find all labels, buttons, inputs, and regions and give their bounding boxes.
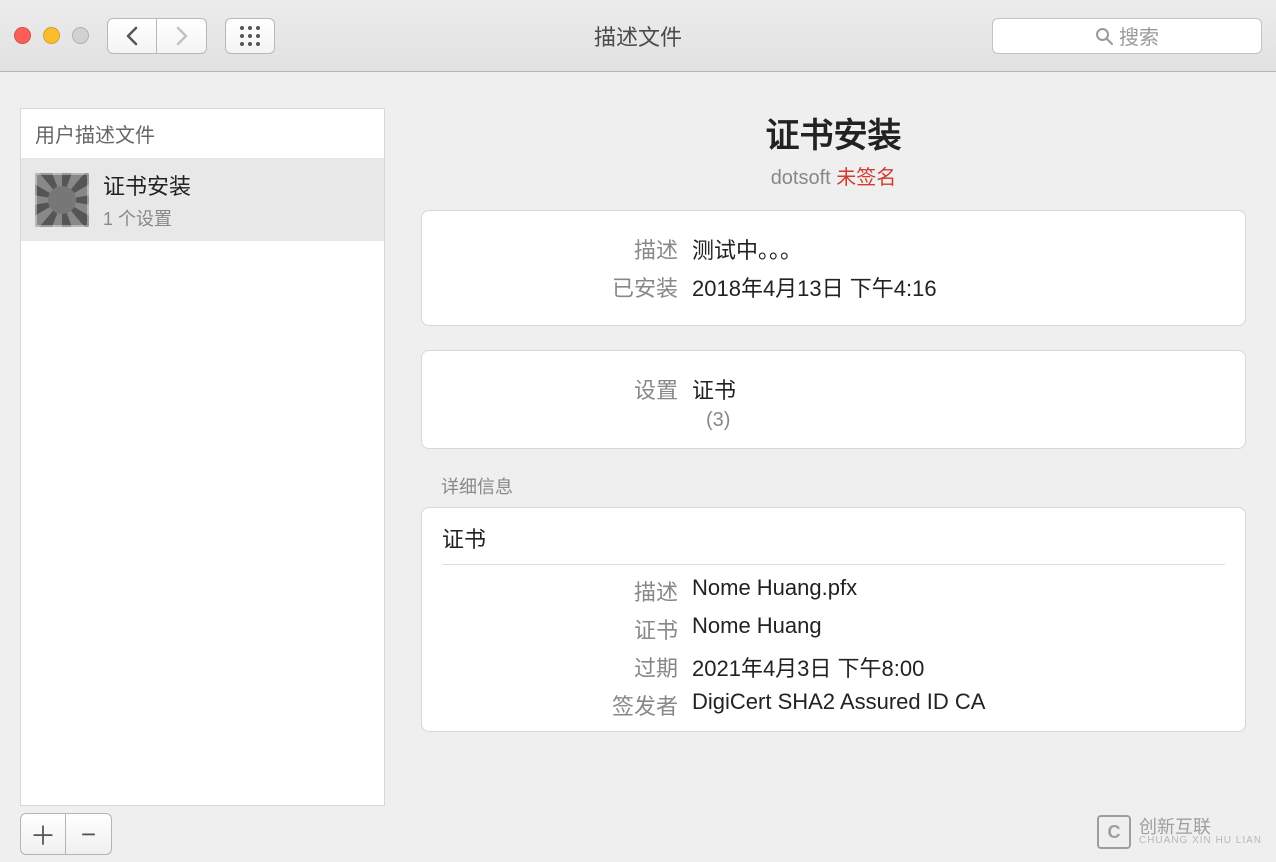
grid-icon — [239, 25, 261, 47]
search-input[interactable]: 搜索 — [992, 18, 1262, 54]
watermark-en: CHUANG XIN HU LIAN — [1139, 836, 1262, 846]
remove-button[interactable]: − — [66, 813, 112, 855]
profile-name: 证书安装 — [103, 169, 191, 201]
sidebar: 用户描述文件 证书安装 1 个设置 — [20, 108, 385, 806]
search-placeholder: 搜索 — [1119, 21, 1159, 50]
author-label: dotsoft — [771, 167, 831, 189]
detail-value: DigiCert SHA2 Assured ID CA — [692, 689, 985, 715]
info-panel: 描述 测试中。。。 已安装 2018年4月13日 下午4:16 — [421, 210, 1246, 326]
profile-subtitle: 1 个设置 — [103, 205, 191, 231]
search-icon — [1095, 27, 1113, 45]
detail-label: 描述 — [442, 575, 692, 607]
maximize-icon — [72, 27, 89, 44]
settings-panel[interactable]: 设置 证书 (3) — [421, 350, 1246, 449]
sidebar-item-profile[interactable]: 证书安装 1 个设置 — [21, 159, 384, 241]
toolbar: 描述文件 搜索 — [0, 0, 1276, 72]
chevron-left-icon — [125, 26, 139, 46]
detail-value: 2021年4月3日 下午8:00 — [692, 651, 924, 683]
minimize-icon[interactable] — [43, 27, 60, 44]
profile-title: 证书安装 — [421, 108, 1246, 157]
add-button[interactable]: ＋ — [20, 813, 66, 855]
watermark-cn: 创新互联 — [1139, 817, 1211, 837]
forward-button — [157, 18, 207, 54]
detail-value: Nome Huang.pfx — [692, 575, 857, 601]
detail-label: 签发者 — [442, 689, 692, 721]
details-panel: 证书 描述 Nome Huang.pfx 证书 Nome Huang 过期 20… — [421, 507, 1246, 732]
main-panel: 证书安装 dotsoft 未签名 描述 测试中。。。 已安装 2018年4月13… — [385, 108, 1276, 806]
gear-icon — [35, 173, 89, 227]
window-controls — [14, 27, 89, 44]
desc-label: 描述 — [442, 233, 692, 265]
watermark: C 创新互联 CHUANG XIN HU LIAN — [1097, 810, 1262, 854]
detail-label: 过期 — [442, 651, 692, 683]
close-icon[interactable] — [14, 27, 31, 44]
settings-count: (3) — [706, 409, 1225, 432]
installed-value: 2018年4月13日 下午4:16 — [692, 271, 937, 303]
detail-label: 证书 — [442, 613, 692, 645]
show-all-button[interactable] — [225, 18, 275, 54]
details-header: 证书 — [442, 522, 1225, 565]
chevron-right-icon — [175, 26, 189, 46]
sidebar-header: 用户描述文件 — [21, 109, 384, 159]
settings-label: 设置 — [442, 373, 692, 405]
detail-value: Nome Huang — [692, 613, 822, 639]
footer-controls: ＋ − — [0, 806, 112, 862]
installed-label: 已安装 — [442, 271, 692, 303]
settings-value: 证书 — [692, 373, 736, 405]
desc-value: 测试中。。。 — [692, 233, 802, 265]
sidebar-item-text: 证书安装 1 个设置 — [103, 169, 191, 231]
back-button[interactable] — [107, 18, 157, 54]
profile-subtitle: dotsoft 未签名 — [421, 161, 1246, 190]
nav-buttons — [107, 18, 207, 54]
title-block: 证书安装 dotsoft 未签名 — [421, 108, 1246, 190]
details-section-label: 详细信息 — [441, 473, 1246, 499]
unsigned-badge: 未签名 — [836, 167, 896, 189]
content-area: 用户描述文件 证书安装 1 个设置 证书安装 dotsoft 未签名 描述 测试… — [0, 72, 1276, 806]
watermark-logo: C — [1097, 815, 1131, 849]
